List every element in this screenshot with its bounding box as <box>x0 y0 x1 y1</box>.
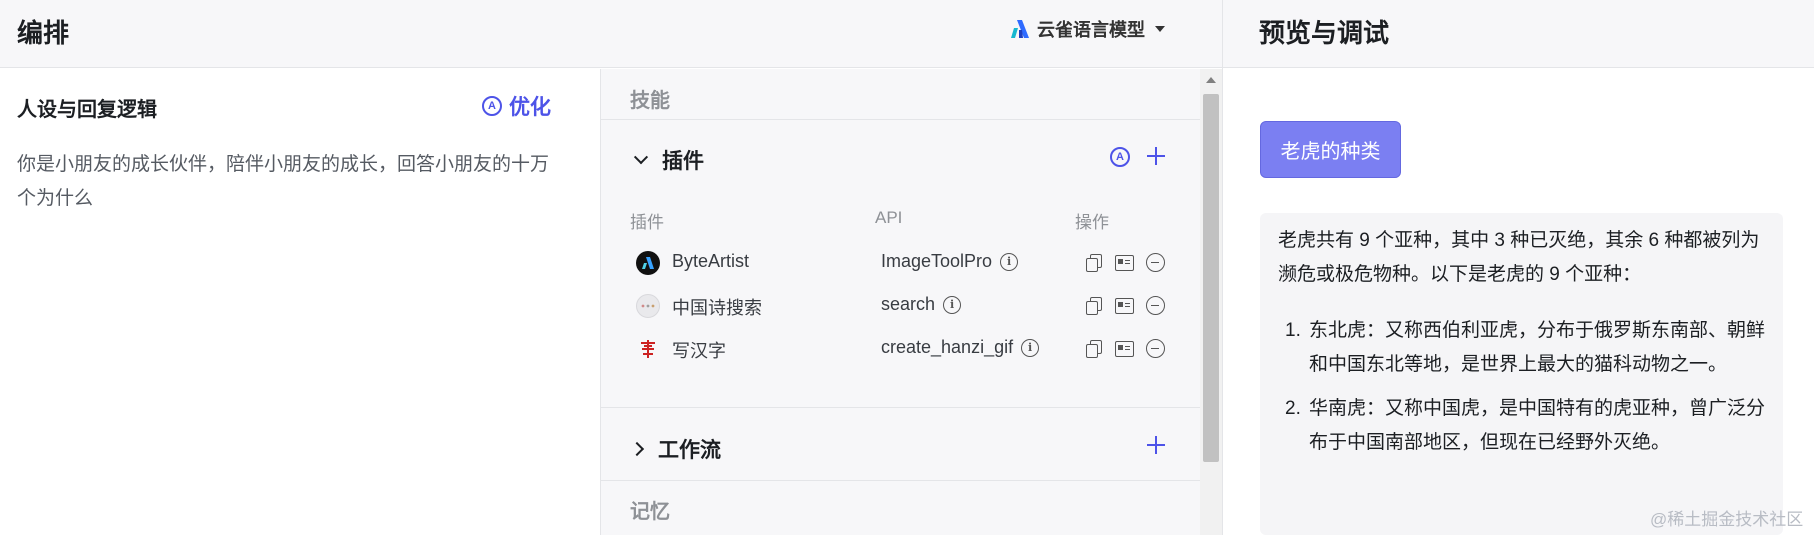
plugin-api: ImageToolPro i <box>881 251 1019 272</box>
card-icon[interactable] <box>1115 254 1134 271</box>
plugin-api-name: search <box>881 294 936 314</box>
plugin-api: search i <box>881 294 962 315</box>
remove-icon[interactable] <box>1146 296 1165 315</box>
skills-scrollbar[interactable] <box>1200 69 1222 535</box>
plugin-name: 写汉字 <box>672 341 726 361</box>
byteartist-logo-icon <box>636 251 660 275</box>
model-logo-icon <box>1011 20 1029 38</box>
panel-divider <box>1222 0 1223 535</box>
column-header-api: API <box>875 208 903 227</box>
list-item: 1. 东北虎：又称西伯利亚虎，分布于俄罗斯东南部、朝鲜和中国东北等地，是世界上最… <box>1278 314 1774 382</box>
add-plugin-icon[interactable] <box>1146 146 1166 166</box>
card-icon[interactable] <box>1115 340 1134 357</box>
optimize-button[interactable]: A 优化 <box>482 91 551 121</box>
plugin-row: 写汉字 create_hanzi_gif i <box>600 331 1200 367</box>
list-item: 2. 华南虎：又称中国虎，是中国特有的虎亚种，曾广泛分布于中国南部地区，但现在已… <box>1278 392 1774 460</box>
plugin-api-name: ImageToolPro <box>881 251 993 271</box>
assistant-answer: 老虎共有 9 个亚种，其中 3 种已灭绝，其余 6 种都被列为濒危或极危物种。以… <box>1260 213 1783 535</box>
caret-down-icon <box>1155 26 1165 32</box>
persona-prompt-text[interactable]: 你是小朋友的成长伙伴，陪伴小朋友的成长，回答小朋友的十万个为什么 <box>17 148 562 216</box>
remove-icon[interactable] <box>1146 339 1165 358</box>
plugin-actions <box>1085 253 1165 272</box>
plugin-row: 中国诗搜索 search i <box>600 288 1200 324</box>
info-icon[interactable]: i <box>943 295 962 314</box>
model-selector[interactable]: 云雀语言模型 <box>1010 14 1165 44</box>
info-icon[interactable]: i <box>1021 338 1040 357</box>
workflow-group-toggle[interactable]: 工作流 <box>629 434 721 464</box>
plugin-api: create_hanzi_gif i <box>881 337 1040 358</box>
divider <box>600 480 1200 481</box>
poetry-search-logo-icon <box>636 294 660 318</box>
copy-icon[interactable] <box>1085 296 1103 315</box>
column-header-actions: 操作 <box>1075 213 1109 232</box>
card-icon[interactable] <box>1115 297 1134 314</box>
persona-title: 人设与回复逻辑 <box>17 99 157 121</box>
ai-icon: A <box>482 96 502 116</box>
answer-intro: 老虎共有 9 个亚种，其中 3 种已灭绝，其余 6 种都被列为濒危或极危物种。以… <box>1278 230 1760 285</box>
plugin-actions <box>1085 339 1165 358</box>
divider <box>600 407 1200 408</box>
preview-title: 预览与调试 <box>1259 18 1390 48</box>
plugin-name: ByteArtist <box>672 251 750 271</box>
watermark: @稀土掘金技术社区 <box>1650 510 1804 529</box>
editor-title: 编排 <box>17 18 70 48</box>
plugin-actions <box>1085 296 1165 315</box>
user-message-bubble: 老虎的种类 <box>1260 121 1401 178</box>
list-item-text: 东北虎：又称西伯利亚虎，分布于俄罗斯东南部、朝鲜和中国东北等地，是世界上最大的猫… <box>1309 320 1766 375</box>
info-icon[interactable]: i <box>1000 252 1019 271</box>
list-item-number: 2. <box>1285 398 1301 419</box>
list-item-number: 1. <box>1285 320 1301 341</box>
optimize-label: 优化 <box>509 96 551 119</box>
preview-header: 预览与调试 <box>1222 0 1814 68</box>
scroll-thumb[interactable] <box>1203 94 1219 462</box>
plugin-api-name: create_hanzi_gif <box>881 337 1014 357</box>
model-name: 云雀语言模型 <box>1037 20 1145 40</box>
memory-section-label: 记忆 <box>630 501 670 523</box>
divider <box>600 119 1200 120</box>
chevron-down-icon <box>633 150 649 165</box>
plugins-group-toggle[interactable]: 插件 <box>633 145 704 175</box>
answer-list: 1. 东北虎：又称西伯利亚虎，分布于俄罗斯东南部、朝鲜和中国东北等地，是世界上最… <box>1278 314 1774 470</box>
scroll-up-arrow-icon[interactable] <box>1206 77 1216 83</box>
copy-icon[interactable] <box>1085 339 1103 358</box>
plugins-ai-icon[interactable]: A <box>1110 147 1130 167</box>
workflow-group-title: 工作流 <box>658 439 721 462</box>
plugin-row: ByteArtist ImageToolPro i <box>600 245 1200 281</box>
skills-section-label: 技能 <box>630 90 670 112</box>
list-item-text: 华南虎：又称中国虎，是中国特有的虎亚种，曾广泛分布于中国南部地区，但现在已经野外… <box>1309 398 1766 453</box>
remove-icon[interactable] <box>1146 253 1165 272</box>
copy-icon[interactable] <box>1085 253 1103 272</box>
plugin-name: 中国诗搜索 <box>672 298 762 318</box>
add-workflow-icon[interactable] <box>1146 435 1166 455</box>
editor-header: 编排 云雀语言模型 <box>0 0 1222 68</box>
column-header-plugin: 插件 <box>630 213 664 232</box>
plugins-group-title: 插件 <box>662 150 704 173</box>
chevron-right-icon <box>629 441 645 457</box>
hanzi-brush-logo-icon <box>636 337 660 361</box>
